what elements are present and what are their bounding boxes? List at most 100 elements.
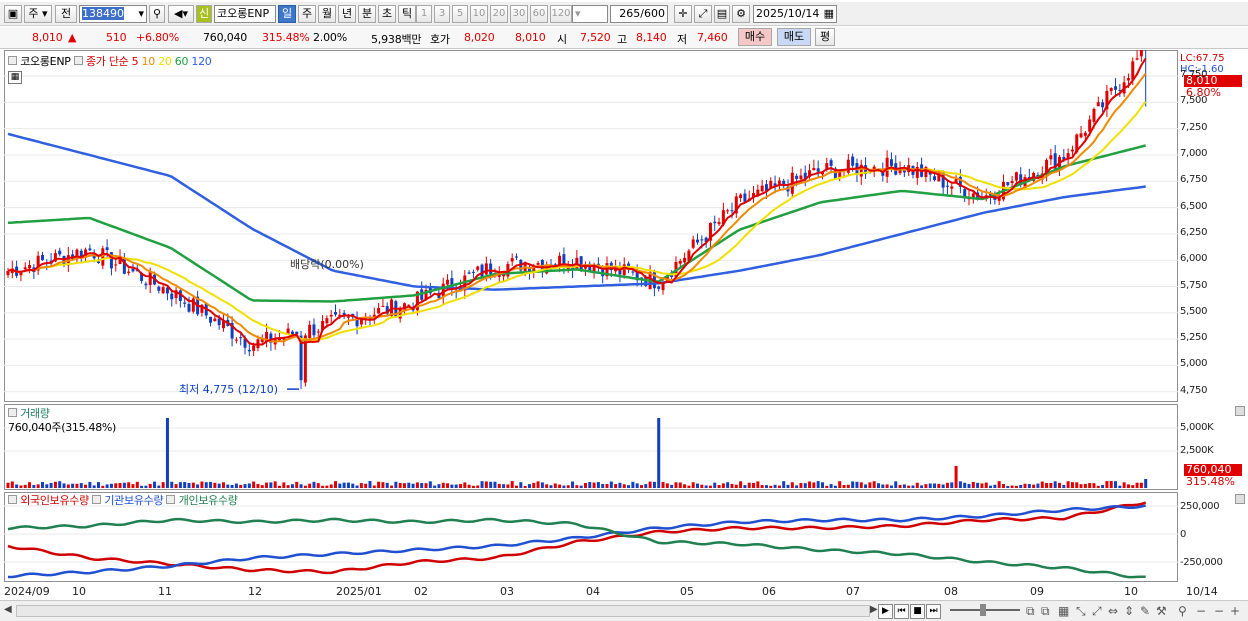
volume-bar bbox=[704, 485, 708, 488]
volume-bar bbox=[601, 484, 605, 488]
volume-bar bbox=[260, 485, 264, 488]
candle-body bbox=[441, 283, 445, 297]
horizontal-scrollbar[interactable] bbox=[16, 605, 870, 617]
range-icon[interactable]: ⇔ bbox=[1108, 604, 1118, 618]
zoom-in-icon[interactable]: + bbox=[1230, 604, 1240, 618]
legend-box-icon[interactable] bbox=[8, 56, 17, 65]
tab-1[interactable]: 주 bbox=[298, 5, 316, 23]
legend-box-icon[interactable] bbox=[8, 408, 17, 417]
move-icon[interactable]: ⇕ bbox=[1124, 604, 1134, 618]
zoom-out-icon[interactable]: − bbox=[1196, 604, 1206, 618]
volume-bar bbox=[1126, 484, 1130, 488]
volume-bar bbox=[683, 484, 687, 488]
sell-button[interactable]: 매도 bbox=[777, 28, 811, 46]
x-tick: 2024/09 bbox=[4, 585, 50, 598]
layout-icon[interactable]: ▣ bbox=[4, 5, 22, 23]
volume-bar bbox=[644, 484, 648, 488]
count-field[interactable]: 265/600 bbox=[610, 5, 668, 23]
next-icon[interactable]: ▶ bbox=[878, 604, 893, 619]
candle-body bbox=[144, 283, 148, 286]
table-grid-icon[interactable]: ▦ bbox=[8, 71, 22, 84]
legend-box-icon[interactable] bbox=[8, 495, 17, 504]
tool-icon[interactable]: ⤢ bbox=[694, 5, 712, 23]
rewind-icon[interactable]: ⏮ bbox=[894, 604, 909, 619]
volume-bar bbox=[118, 483, 122, 488]
custom-period-input[interactable]: ▾ bbox=[572, 5, 608, 23]
tab-0[interactable]: 일 bbox=[278, 5, 296, 23]
prev-button[interactable]: 전 bbox=[55, 5, 77, 23]
stock-code-input[interactable]: 138490 ▾ bbox=[79, 5, 147, 23]
price-chart-svg[interactable]: 최고 8,140 (10/14)최저 4,775 (12/10)배당락(0.00… bbox=[4, 50, 1178, 402]
volume-bar bbox=[437, 484, 441, 488]
tab-3[interactable]: 년 bbox=[338, 5, 356, 23]
sound-icon[interactable]: ◀▾ bbox=[168, 5, 194, 23]
volume-bar bbox=[407, 482, 411, 488]
period-mode-select[interactable]: 주 ▾ bbox=[24, 5, 52, 23]
legend-box-icon[interactable] bbox=[92, 495, 102, 504]
stock-name-field[interactable]: 코오롱ENP bbox=[214, 5, 276, 23]
low-price: 7,460 bbox=[697, 31, 728, 44]
period-num-0[interactable]: 1 bbox=[416, 5, 432, 23]
compress-icon[interactable]: ⤡ bbox=[1076, 604, 1086, 619]
forward-icon[interactable]: ⏭ bbox=[926, 604, 941, 619]
candle-body bbox=[1070, 149, 1074, 152]
buy-button[interactable]: 매수 bbox=[738, 28, 772, 46]
panel-close-icon[interactable] bbox=[1235, 406, 1245, 416]
period-num-4[interactable]: 20 bbox=[490, 5, 508, 23]
tab-2[interactable]: 월 bbox=[318, 5, 336, 23]
calendar-icon[interactable]: ▦ bbox=[824, 6, 834, 22]
holdings-line-2 bbox=[7, 517, 1146, 579]
zoom-out2-icon[interactable]: − bbox=[1214, 604, 1224, 618]
volume-bar bbox=[394, 481, 398, 488]
volume-bar bbox=[661, 481, 665, 488]
crosshair-icon[interactable]: ✛ bbox=[674, 5, 692, 23]
candle-body bbox=[446, 279, 450, 285]
search-icon[interactable]: ⚲ bbox=[149, 5, 165, 23]
volume-bar bbox=[480, 481, 484, 488]
volume-bar bbox=[1058, 482, 1062, 488]
period-num-1[interactable]: 3 bbox=[434, 5, 450, 23]
period-num-5[interactable]: 30 bbox=[510, 5, 528, 23]
legend-box-icon[interactable] bbox=[73, 56, 83, 65]
volume-bar bbox=[562, 485, 566, 488]
expand-icon[interactable]: ⤢ bbox=[1092, 604, 1102, 619]
volume-chart-svg[interactable] bbox=[4, 404, 1178, 490]
zoom-icon[interactable]: ⚲ bbox=[1178, 604, 1187, 618]
draw-icon[interactable]: ✎ bbox=[1140, 604, 1150, 618]
candle-body bbox=[730, 210, 734, 212]
volume-bar bbox=[312, 481, 316, 488]
volume-bar bbox=[549, 485, 553, 488]
tab-6[interactable]: 틱 bbox=[398, 5, 416, 23]
open-label: 시 bbox=[557, 33, 567, 46]
volume-bar bbox=[881, 484, 885, 488]
split-icon[interactable]: ⧉ bbox=[1041, 604, 1050, 619]
price-tick: 4,750 bbox=[1180, 384, 1208, 396]
volume-bar bbox=[230, 484, 234, 488]
save-icon[interactable]: ▤ bbox=[714, 5, 730, 23]
tab-5[interactable]: 초 bbox=[378, 5, 396, 23]
stop-icon[interactable]: ■ bbox=[910, 604, 925, 619]
legend-box-icon[interactable] bbox=[166, 495, 176, 504]
candle-body bbox=[312, 324, 316, 336]
average-button[interactable]: 평 bbox=[815, 28, 835, 46]
candle-body bbox=[971, 193, 975, 198]
scroll-left-icon[interactable]: ◀ bbox=[4, 604, 14, 618]
dropdown-icon[interactable]: ▾ bbox=[138, 6, 144, 22]
zoom-slider-handle[interactable] bbox=[980, 604, 986, 616]
tab-4[interactable]: 분 bbox=[358, 5, 376, 23]
copy-icon[interactable]: ⧉ bbox=[1026, 604, 1035, 619]
period-num-7[interactable]: 120 bbox=[550, 5, 572, 23]
date-field[interactable]: 2025/10/14 ▦ bbox=[753, 5, 837, 23]
settings-gear-icon[interactable]: ⚙ bbox=[732, 5, 750, 23]
grid-icon[interactable]: ▦ bbox=[1058, 604, 1069, 618]
candle-body bbox=[846, 159, 850, 173]
volume-bar bbox=[980, 483, 984, 488]
period-num-2[interactable]: 5 bbox=[452, 5, 468, 23]
candle-body bbox=[1006, 182, 1010, 186]
period-num-6[interactable]: 60 bbox=[530, 5, 548, 23]
tool2-icon[interactable]: ⚒ bbox=[1156, 604, 1167, 618]
volume-bar bbox=[36, 484, 40, 488]
volume-bar bbox=[411, 483, 415, 488]
period-num-3[interactable]: 10 bbox=[470, 5, 488, 23]
x-tick: 03 bbox=[500, 585, 514, 598]
